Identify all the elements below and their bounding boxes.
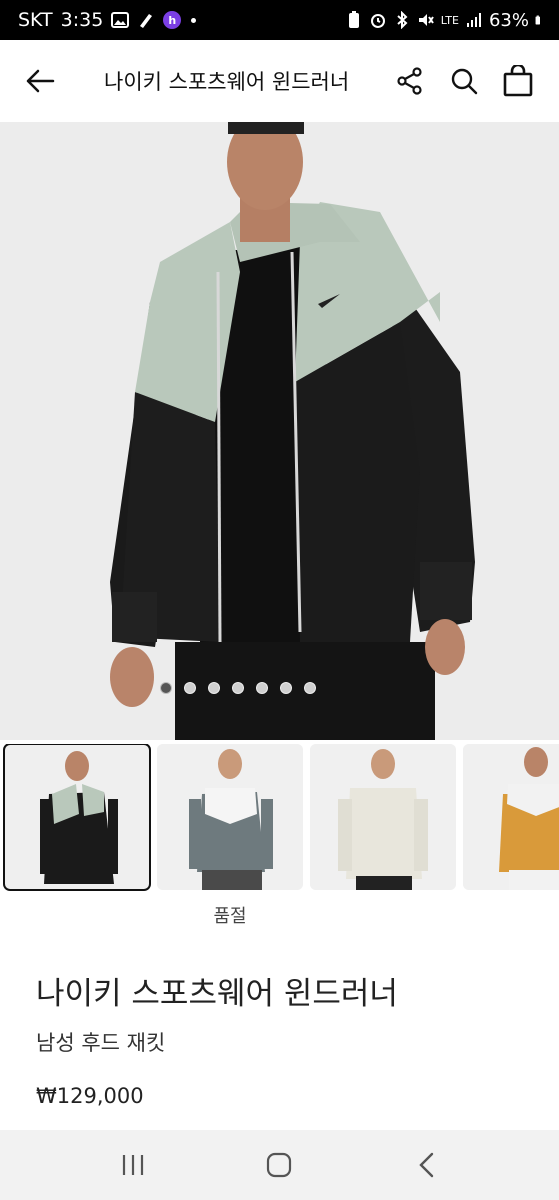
recent-apps-icon [123,1155,144,1175]
carousel-dot[interactable] [303,682,316,694]
share-icon [397,67,422,95]
status-bar: SKT 3:35 h LTE 63% [0,0,559,40]
search-button[interactable] [437,40,491,122]
battery-percent: 63% [488,9,529,31]
variant-image [4,744,150,890]
home-button[interactable] [249,1135,309,1195]
product-price: ₩129,000 [36,1084,144,1108]
carrier-label: SKT [18,9,53,31]
pen-icon [140,14,153,28]
clock: 3:35 [60,9,104,31]
carousel-dot[interactable] [207,682,220,694]
share-button[interactable] [383,40,437,122]
shopping-bag-icon [503,65,533,97]
more-notifications-icon [191,17,197,23]
carousel-dot[interactable] [255,682,268,694]
variant-thumbnail-sail[interactable] [310,744,456,890]
back-button[interactable] [0,40,80,122]
carousel-dot[interactable] [183,682,196,694]
recent-apps-button[interactable] [103,1135,163,1195]
system-back-button[interactable] [396,1135,456,1195]
variant-thumbnail-black-green[interactable] [3,744,151,891]
color-variant-list [0,744,559,894]
variant-thumbnail-gold[interactable] [463,744,559,890]
variant-image [310,744,456,890]
bluetooth-icon [397,11,408,29]
variant-image [157,744,303,890]
battery-icon [535,15,540,25]
alarm-icon [370,14,385,28]
carousel-indicator [0,682,559,694]
signal-icon [466,13,481,27]
product-subtitle: 남성 후드 재킷 [36,1031,166,1055]
variant-image [463,744,559,890]
app-header: 나이키 스포츠웨어 윈드러너 [0,40,559,122]
page-title: 나이키 스포츠웨어 윈드러너 [104,70,350,94]
battery-saver-icon [348,11,359,28]
system-navigation-bar [0,1130,559,1200]
mute-icon [418,14,434,26]
bag-button[interactable] [491,40,545,122]
gallery-icon [111,12,130,28]
carousel-dot[interactable] [279,682,292,694]
sold-out-label: 품절 [213,906,247,927]
variant-thumbnail-grey-white[interactable] [157,744,303,890]
carousel-dot[interactable] [231,682,244,694]
product-title: 나이키 스포츠웨어 윈드러너 [36,976,398,1012]
home-icon [267,1152,292,1178]
product-hero-image[interactable] [0,122,559,740]
model-jacket-illustration [0,122,559,740]
network-label: LTE [440,13,459,27]
carousel-dot[interactable] [159,682,172,694]
search-icon [451,68,478,95]
arrow-left-icon [26,69,55,93]
app-notification-icon: h [163,11,182,29]
chevron-left-icon [419,1152,434,1178]
